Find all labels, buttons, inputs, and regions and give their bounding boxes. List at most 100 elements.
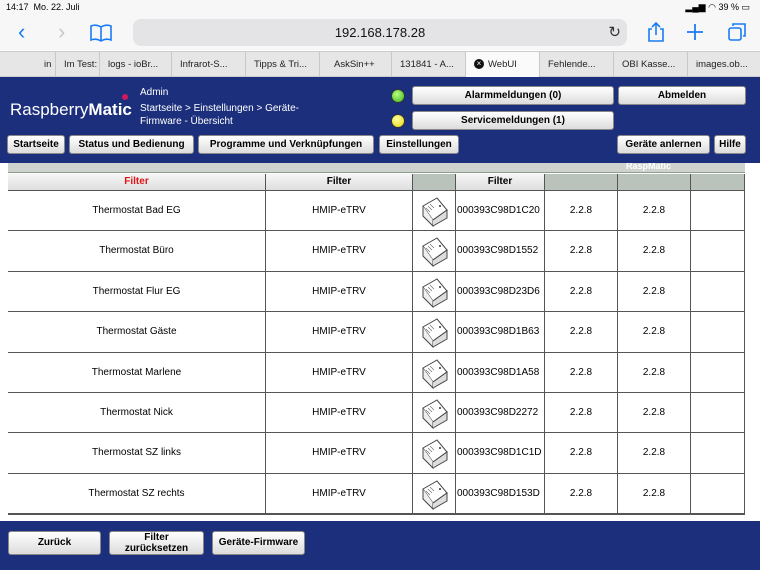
url-field[interactable]: 192.168.178.28 ↻ <box>133 19 627 46</box>
logout-button[interactable]: Abmelden <box>618 86 746 105</box>
ios-status-bar: 14:17 Mo. 22. Juli ▂▄▆ ◠ 39 % ▭ <box>0 0 760 16</box>
filter-serial[interactable]: Filter <box>456 174 545 191</box>
table-row-partial <box>8 514 745 520</box>
available-firmware-version: 2.2.8 <box>618 231 691 272</box>
device-image <box>413 271 456 313</box>
back-arrow-icon[interactable]: ‹ <box>18 20 25 44</box>
device-firmware-version: 2.2.8 <box>545 433 618 474</box>
reset-filter-button[interactable]: Filter zurücksetzen <box>109 531 204 555</box>
browser-tab[interactable]: AskSin++ <box>320 52 392 77</box>
browser-tab[interactable]: 131841 - A... <box>392 52 466 77</box>
filter-action-empty <box>691 174 745 191</box>
device-firmware-version: 2.2.8 <box>545 393 618 434</box>
share-icon[interactable] <box>647 21 665 43</box>
nav-programme-button[interactable]: Programme und Verknüpfungen <box>198 135 374 154</box>
back-button[interactable]: Zurück <box>8 531 101 555</box>
available-firmware-version: 2.2.8 <box>618 433 691 474</box>
thermostat-device-icon <box>422 480 448 511</box>
tab-label: Fehlende... <box>548 59 596 70</box>
available-firmware-version: 2.2.8 <box>618 312 691 353</box>
device-serial: 000393C98D1C1D <box>456 433 545 474</box>
logo-text-1: Raspberry <box>10 100 89 119</box>
alarm-messages-button[interactable]: Alarmmeldungen (0) <box>412 86 614 105</box>
device-serial: 000393C98D1B63 <box>456 312 545 353</box>
browser-tab[interactable]: images.ob... <box>688 52 760 77</box>
reload-icon[interactable]: ↻ <box>608 19 621 46</box>
table-row: Thermostat SZ links HMIP-eTRV 000393C98D1C… <box>8 433 745 474</box>
browser-tab[interactable]: Im Test: <box>56 52 100 77</box>
thermostat-device-icon <box>422 278 448 309</box>
tab-label: AskSin++ <box>334 59 375 70</box>
signal-icon: ▂▄▆ <box>685 2 706 12</box>
browser-tab-active[interactable]: × WebUI <box>466 52 540 77</box>
new-tab-plus-icon[interactable] <box>686 23 704 41</box>
tab-label: 131841 - A... <box>400 59 454 70</box>
device-serial: 000393C98D1C20 <box>456 191 545 232</box>
available-firmware-version: 2.2.8 <box>618 271 691 313</box>
device-image <box>413 191 456 232</box>
battery-icon: ▭ <box>741 2 750 12</box>
device-action <box>691 271 745 313</box>
thermostat-device-icon <box>422 237 448 268</box>
browser-tab[interactable]: OBI Kasse... <box>614 52 688 77</box>
raspberry-icon <box>122 94 128 100</box>
firmware-table: RaspMatic Filter Filter Filter Thermosta… <box>8 163 745 520</box>
device-name: Thermostat Büro <box>8 231 266 272</box>
device-name: Thermostat Marlene <box>8 352 266 393</box>
device-action <box>691 473 745 515</box>
device-image <box>413 231 456 272</box>
nav-startseite-button[interactable]: Startseite <box>7 135 65 154</box>
device-type: HMIP-eTRV <box>266 271 413 313</box>
device-name: Thermostat Nick <box>8 393 266 434</box>
tabs-overview-icon[interactable] <box>727 22 747 42</box>
bookmarks-icon[interactable] <box>90 24 112 42</box>
header-partial-label: RaspMatic <box>626 163 672 171</box>
url-text: 192.168.178.28 <box>334 25 426 40</box>
forward-arrow-icon[interactable]: › <box>58 20 65 44</box>
browser-tab[interactable]: Tipps & Tri... <box>246 52 320 77</box>
browser-tab[interactable]: in <box>0 52 56 77</box>
status-right: ▂▄▆ ◠ 39 % ▭ <box>685 2 750 13</box>
device-name: Thermostat Bad EG <box>8 191 266 232</box>
device-type: HMIP-eTRV <box>266 433 413 474</box>
thermostat-device-icon <box>422 439 448 470</box>
filter-row: Filter Filter Filter <box>8 174 745 191</box>
available-firmware-version: 2.2.8 <box>618 393 691 434</box>
tab-label: logs - ioBr... <box>108 59 159 70</box>
browser-toolbar: ‹ › 192.168.178.28 ↻ <box>0 16 760 50</box>
nav-status-button[interactable]: Status und Bedienung <box>69 135 194 154</box>
nav-geraete-anlernen-button[interactable]: Geräte anlernen <box>617 135 710 154</box>
device-firmware-version: 2.2.8 <box>545 271 618 313</box>
browser-tab[interactable]: Fehlende... <box>540 52 614 77</box>
thermostat-device-icon <box>422 358 448 389</box>
tab-label: Infrarot-S... <box>180 59 228 70</box>
raspberrymatic-logo: RaspberryMatic <box>10 94 132 120</box>
device-name: Thermostat SZ rechts <box>8 473 266 515</box>
filter-image-empty <box>413 174 456 191</box>
table-row: Thermostat Nick HMIP-eTRV 000393C98D2272 2.… <box>8 393 745 434</box>
device-action <box>691 393 745 434</box>
browser-tab[interactable]: logs - ioBr... <box>100 52 172 77</box>
nav-einstellungen-button[interactable]: Einstellungen <box>379 135 459 154</box>
thermostat-device-icon <box>422 197 448 228</box>
close-tab-icon[interactable]: × <box>474 59 484 70</box>
tab-label: OBI Kasse... <box>622 59 676 70</box>
service-messages-button[interactable]: Servicemeldungen (1) <box>412 111 614 130</box>
device-action <box>691 352 745 393</box>
device-firmware-version: 2.2.8 <box>545 312 618 353</box>
nav-hilfe-button[interactable]: Hilfe <box>714 135 746 154</box>
device-image <box>413 312 456 353</box>
filter-type[interactable]: Filter <box>266 174 413 191</box>
device-action <box>691 312 745 353</box>
device-firmware-version: 2.2.8 <box>545 231 618 272</box>
device-action <box>691 191 745 232</box>
browser-tab[interactable]: Infrarot-S... <box>172 52 246 77</box>
table-row: Thermostat Gäste HMIP-eTRV 000393C98D1B63 2… <box>8 312 745 353</box>
device-firmware-button[interactable]: Geräte-Firmware <box>212 531 305 555</box>
tab-label: images.ob... <box>696 59 748 70</box>
filter-name[interactable]: Filter <box>8 174 266 191</box>
device-firmware-version: 2.2.8 <box>545 473 618 515</box>
status-time: 14:17 <box>6 2 29 12</box>
device-type: HMIP-eTRV <box>266 473 413 515</box>
table-header-top: RaspMatic <box>8 163 745 173</box>
